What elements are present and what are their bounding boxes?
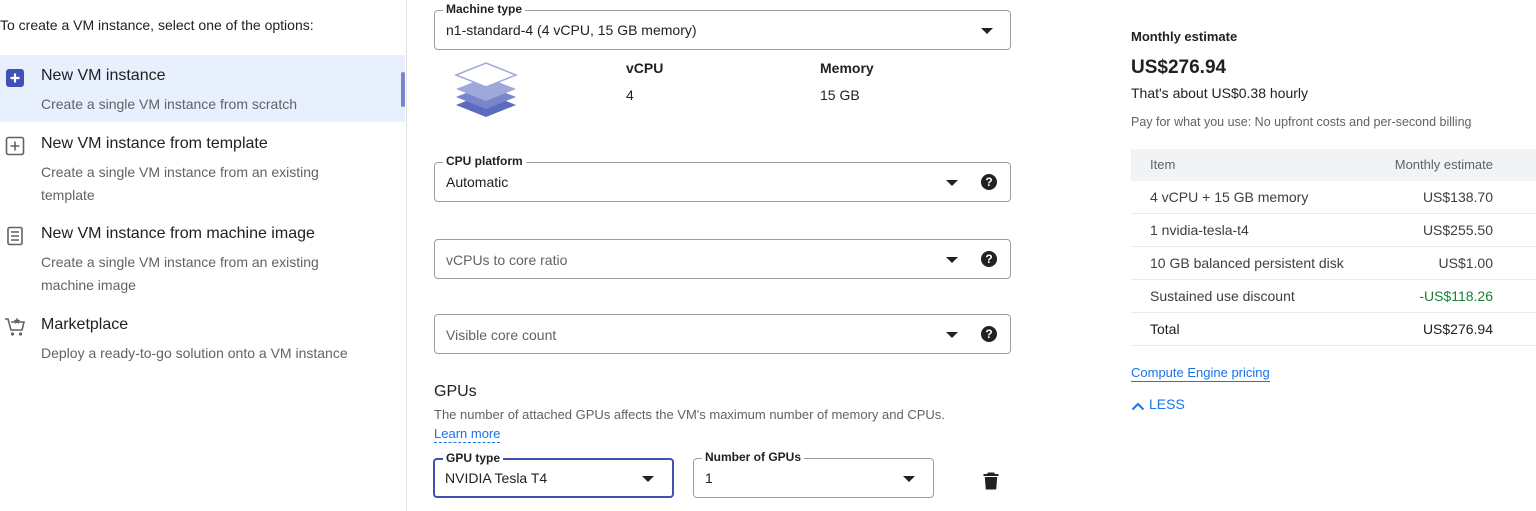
machine-type-select[interactable]: Machine type n1-standard-4 (4 vCPU, 15 G…	[434, 2, 1011, 50]
option-title: New VM instance	[41, 67, 166, 84]
learn-more-link[interactable]: Learn more	[434, 426, 501, 443]
compute-engine-pricing-link[interactable]: Compute Engine pricing	[1131, 365, 1270, 382]
table-row: 1 nvidia-tesla-t4 US$255.50	[1131, 214, 1536, 247]
row-item: Sustained use discount	[1150, 288, 1295, 304]
option-new-vm-from-template[interactable]: New VM instance from template Create a s…	[0, 123, 405, 211]
header-item: Item	[1150, 157, 1176, 172]
dropdown-arrow-icon	[903, 476, 915, 482]
option-new-vm-from-machine-image[interactable]: New VM instance from machine image Creat…	[0, 213, 405, 303]
gpus-section-description: The number of attached GPUs affects the …	[434, 407, 945, 422]
gpu-type-select[interactable]: GPU type NVIDIA Tesla T4	[433, 451, 674, 498]
gpus-section-title: GPUs	[434, 383, 477, 400]
dropdown-arrow-icon	[946, 257, 958, 263]
field-placeholder: vCPUs to core ratio	[446, 252, 568, 268]
visible-core-count-select[interactable]: Visible core count ?	[434, 314, 1011, 354]
row-cost: US$1.00	[1438, 255, 1493, 271]
cpu-platform-select[interactable]: CPU platform Automatic ?	[434, 154, 1011, 202]
option-marketplace[interactable]: Marketplace Deploy a ready-to-go solutio…	[0, 304, 405, 370]
field-label: GPU type	[443, 451, 504, 465]
vcpu-value: 4	[626, 87, 634, 103]
vcpu-ratio-select[interactable]: vCPUs to core ratio ?	[434, 239, 1011, 279]
total-cost: US$276.94	[1422, 321, 1493, 337]
delete-icon[interactable]	[983, 472, 999, 490]
help-icon[interactable]: ?	[981, 251, 997, 267]
field-label: CPU platform	[443, 154, 526, 168]
row-cost: US$138.70	[1422, 189, 1493, 205]
option-description: Create a single VM instance from scratch	[41, 96, 297, 112]
help-icon[interactable]: ?	[981, 326, 997, 342]
field-label: Machine type	[443, 2, 526, 16]
dropdown-arrow-icon	[981, 28, 993, 34]
marketplace-cart-icon	[4, 316, 26, 338]
field-placeholder: Visible core count	[446, 327, 557, 343]
option-description: Deploy a ready-to-go solution onto a VM …	[41, 345, 348, 361]
header-cost: Monthly estimate	[1394, 157, 1493, 172]
field-value: n1-standard-4 (4 vCPU, 15 GB memory)	[446, 22, 697, 38]
row-item: 1 nvidia-tesla-t4	[1150, 222, 1249, 238]
option-title: Marketplace	[41, 316, 129, 333]
estimate-hourly: That's about US$0.38 hourly	[1131, 85, 1309, 101]
machine-stack-icon	[452, 55, 520, 123]
table-header-row: Item Monthly estimate	[1131, 149, 1536, 181]
less-label: LESS	[1149, 396, 1185, 412]
field-value: 1	[705, 470, 713, 486]
dropdown-arrow-icon	[642, 476, 654, 482]
memory-label: Memory	[820, 60, 874, 76]
selected-indicator	[401, 72, 405, 107]
field-value: NVIDIA Tesla T4	[445, 470, 548, 486]
option-description: Create a single VM instance from an exis…	[41, 254, 319, 293]
table-row: 10 GB balanced persistent disk US$1.00	[1131, 247, 1536, 280]
row-cost-discount: -US$118.26	[1419, 288, 1493, 304]
table-row: 4 vCPU + 15 GB memory US$138.70	[1131, 181, 1536, 214]
add-box-icon	[4, 67, 26, 89]
estimate-price: US$276.94	[1131, 57, 1227, 78]
estimate-label: Monthly estimate	[1131, 29, 1238, 44]
row-item: 10 GB balanced persistent disk	[1150, 255, 1344, 271]
add-box-outline-icon	[4, 135, 26, 157]
memory-value: 15 GB	[820, 87, 860, 103]
option-title: New VM instance from template	[41, 135, 268, 152]
option-title: New VM instance from machine image	[41, 225, 315, 242]
options-intro-text: To create a VM instance, select one of t…	[0, 17, 314, 33]
dropdown-arrow-icon	[946, 332, 958, 338]
option-new-vm-instance[interactable]: New VM instance Create a single VM insta…	[0, 55, 405, 122]
table-row: Sustained use discount -US$118.26	[1131, 280, 1536, 313]
row-item: 4 vCPU + 15 GB memory	[1150, 189, 1309, 205]
option-description: Create a single VM instance from an exis…	[41, 164, 319, 203]
dropdown-arrow-icon	[946, 180, 958, 186]
field-label: Number of GPUs	[702, 450, 805, 464]
total-label: Total	[1150, 321, 1180, 337]
help-icon[interactable]: ?	[981, 174, 997, 190]
field-value: Automatic	[446, 174, 509, 190]
row-cost: US$255.50	[1422, 222, 1493, 238]
table-total-row: Total US$276.94	[1131, 313, 1536, 346]
billing-note: Pay for what you use: No upfront costs a…	[1131, 115, 1472, 129]
monthly-estimate-panel: Monthly estimate US$276.94 That's about …	[1131, 0, 1536, 511]
panel-divider	[406, 0, 407, 511]
cost-table: Item Monthly estimate 4 vCPU + 15 GB mem…	[1131, 149, 1536, 346]
less-toggle[interactable]: LESS	[1131, 396, 1185, 412]
chevron-up-icon	[1131, 396, 1149, 412]
gpu-count-select[interactable]: Number of GPUs 1	[693, 450, 934, 498]
vcpu-label: vCPU	[626, 60, 664, 76]
creation-options-panel: To create a VM instance, select one of t…	[0, 0, 405, 511]
machine-image-icon	[4, 225, 26, 247]
